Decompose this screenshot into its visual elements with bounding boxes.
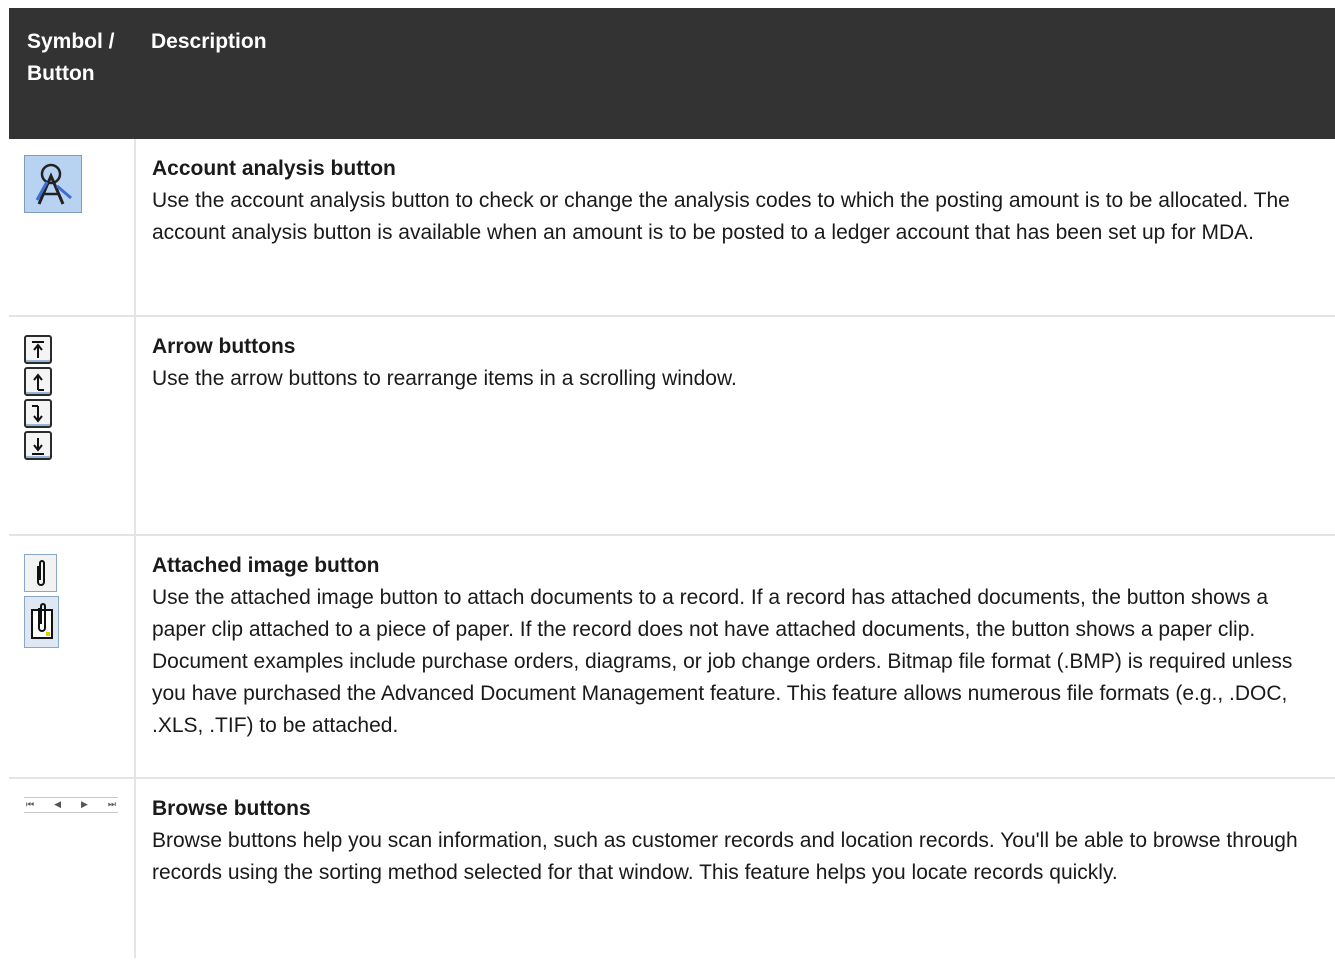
- table-row: Account analysis button Use the account …: [9, 139, 1335, 317]
- table-header-row: Symbol / Button Description: [9, 8, 1335, 139]
- description-cell: Account analysis button Use the account …: [135, 139, 1335, 317]
- table-row: ⏮ ◀ ▶ ⏭ Browse buttons Browse buttons he…: [9, 778, 1335, 958]
- symbol-description-table: Symbol / Button Description Account anal…: [9, 8, 1335, 958]
- next-record-icon: ▶: [80, 800, 88, 810]
- row-description: Browse buttons help you scan information…: [152, 829, 1298, 884]
- table-row: Arrow buttons Use the arrow buttons to r…: [9, 316, 1335, 536]
- row-description: Use the account analysis button to check…: [152, 189, 1290, 244]
- symbol-cell: ⏮ ◀ ▶ ⏭: [9, 778, 136, 958]
- paper-clip-with-document-icon: [24, 596, 59, 648]
- symbol-cell: [9, 535, 136, 779]
- description-cell: Arrow buttons Use the arrow buttons to r…: [135, 316, 1335, 536]
- account-analysis-icon: [24, 155, 82, 213]
- last-record-icon: ⏭: [107, 800, 116, 810]
- row-title: Arrow buttons: [152, 335, 296, 358]
- move-up-arrow-icon: [24, 367, 52, 396]
- move-to-top-arrow-icon: [24, 335, 52, 364]
- row-description: Use the arrow buttons to rearrange items…: [152, 367, 737, 390]
- paper-clip-icon: [24, 554, 134, 648]
- document-page: Symbol / Button Description Account anal…: [0, 0, 1335, 969]
- table-row: Attached image button Use the attached i…: [9, 535, 1335, 779]
- row-title: Attached image button: [152, 554, 380, 577]
- move-to-bottom-arrow-icon: [24, 431, 52, 460]
- symbol-column-header: Symbol / Button: [9, 8, 135, 139]
- arrow-buttons-icon: [24, 335, 134, 460]
- paper-clip-only-icon: [24, 554, 57, 592]
- move-down-arrow-icon: [24, 399, 52, 428]
- symbol-cell: [9, 139, 136, 317]
- browse-buttons-icon: ⏮ ◀ ▶ ⏭: [24, 797, 118, 813]
- previous-record-icon: ◀: [54, 800, 61, 810]
- row-description: Use the attached image button to attach …: [152, 586, 1293, 737]
- first-record-icon: ⏮: [26, 800, 35, 810]
- description-column-header: Description: [135, 8, 1335, 139]
- description-cell: Browse buttons Browse buttons help you s…: [135, 778, 1335, 958]
- row-title: Browse buttons: [152, 797, 311, 820]
- symbol-cell: [9, 316, 136, 536]
- description-cell: Attached image button Use the attached i…: [135, 535, 1335, 779]
- row-title: Account analysis button: [152, 157, 396, 180]
